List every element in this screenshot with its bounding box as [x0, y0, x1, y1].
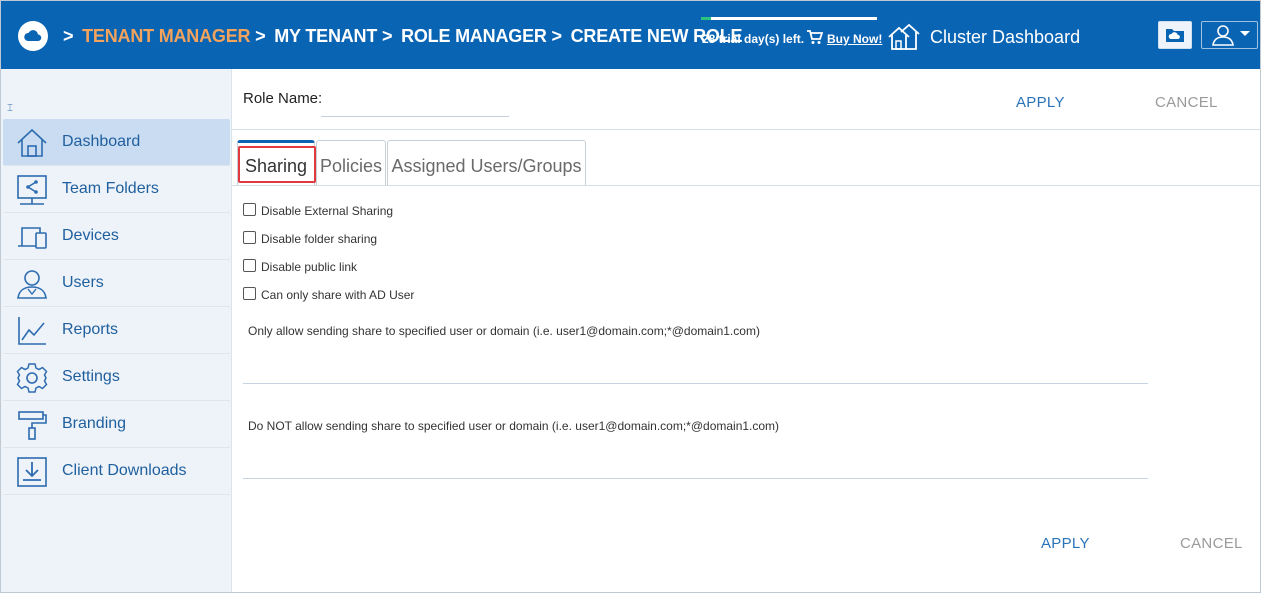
trial-days-text: 28 trial day(s) left. — [702, 32, 805, 46]
checkbox-box[interactable] — [243, 203, 256, 216]
devices-icon — [16, 221, 48, 253]
sidebar-item-team-folders[interactable]: Team Folders — [3, 166, 230, 213]
paint-roller-icon — [16, 409, 48, 441]
trial-progress-bar — [701, 17, 877, 20]
cloud-folder-button[interactable] — [1158, 21, 1192, 49]
sidebar-item-users[interactable]: Users — [3, 260, 230, 307]
sidebar-item-label: Devices — [62, 227, 119, 244]
sidebar-item-reports[interactable]: Reports — [3, 307, 230, 354]
sidebar-item-label: Reports — [62, 321, 119, 338]
checkbox-label: Disable External Sharing — [261, 204, 394, 218]
tab-label: Policies — [319, 156, 383, 176]
tab-assigned-users-groups[interactable]: Assigned Users/Groups — [387, 140, 586, 185]
user-menu-button[interactable] — [1201, 21, 1258, 49]
deny-domain-input[interactable] — [243, 478, 1148, 479]
apply-button-bottom[interactable]: APPLY — [1041, 535, 1090, 552]
sidebar-item-devices[interactable]: Devices — [3, 213, 230, 260]
top-header: > TENANT MANAGER > MY TENANT > ROLE MANA… — [1, 1, 1260, 69]
sidebar-item-label: Client Downloads — [62, 462, 187, 479]
checkbox-box[interactable] — [243, 287, 256, 300]
sidebar-nav: Dashboard Team Folders Devices Users Rep… — [3, 119, 230, 495]
breadcrumb-separator: > — [381, 26, 393, 46]
allow-domain-input[interactable] — [243, 383, 1148, 384]
sidebar-item-label: Settings — [62, 368, 120, 385]
gear-icon — [16, 362, 48, 394]
sidebar-item-branding[interactable]: Branding — [3, 401, 230, 448]
sidebar-item-label: Team Folders — [62, 180, 159, 197]
breadcrumb-separator: > — [255, 26, 266, 46]
cloud-logo-icon[interactable] — [18, 21, 48, 51]
users-icon — [16, 268, 48, 300]
breadcrumb-tenant-manager[interactable]: TENANT MANAGER — [82, 26, 250, 46]
role-name-input[interactable] — [321, 87, 509, 117]
sharing-tab-highlight — [238, 146, 316, 183]
deny-domain-label: Do NOT allow sending share to specified … — [248, 419, 780, 433]
checkbox-box[interactable] — [243, 231, 256, 244]
checkbox-label: Can only share with AD User — [261, 288, 415, 302]
breadcrumb-role-manager[interactable]: ROLE MANAGER — [401, 26, 547, 46]
breadcrumb-my-tenant[interactable]: MY TENANT — [274, 26, 377, 46]
breadcrumb: > TENANT MANAGER > MY TENANT > ROLE MANA… — [63, 26, 742, 47]
shopping-cart-icon[interactable] — [806, 30, 824, 50]
sidebar-item-label: Dashboard — [62, 133, 141, 150]
cluster-dashboard-link[interactable]: Cluster Dashboard — [930, 27, 1080, 48]
cluster-houses-icon[interactable] — [887, 23, 921, 56]
sidebar: ⌶ Dashboard Team Folders Devices Users R… — [1, 69, 232, 592]
role-tabs: Sharing Policies Assigned Users/Groups — [232, 139, 1260, 186]
buy-now-link[interactable]: Buy Now! — [827, 32, 882, 46]
sidebar-collapse-icon[interactable]: ⌶ — [7, 103, 13, 114]
allow-domain-label: Only allow sending share to specified us… — [248, 324, 760, 338]
sidebar-item-dashboard[interactable]: Dashboard — [3, 119, 230, 166]
checkbox-box[interactable] — [243, 259, 256, 272]
tab-policies[interactable]: Policies — [316, 140, 386, 185]
sidebar-item-label: Branding — [62, 415, 127, 432]
role-name-bar: Role Name: APPLY CANCEL — [232, 69, 1260, 130]
download-icon — [16, 456, 48, 488]
sidebar-item-label: Users — [62, 274, 104, 291]
reports-icon — [16, 315, 48, 347]
app-window: > TENANT MANAGER > MY TENANT > ROLE MANA… — [0, 0, 1261, 593]
team-folder-icon — [16, 174, 48, 206]
breadcrumb-separator: > — [551, 26, 563, 46]
breadcrumb-separator: > — [63, 26, 74, 46]
checkbox-label: Disable public link — [261, 260, 358, 274]
cancel-button-top[interactable]: CANCEL — [1155, 94, 1218, 111]
checkbox-label: Disable folder sharing — [261, 232, 378, 246]
cancel-button-bottom[interactable]: CANCEL — [1180, 535, 1243, 552]
home-icon — [16, 127, 48, 159]
sidebar-item-client-downloads[interactable]: Client Downloads — [3, 448, 230, 495]
apply-button-top[interactable]: APPLY — [1016, 94, 1065, 111]
tab-label: Assigned Users/Groups — [391, 156, 582, 176]
sidebar-item-settings[interactable]: Settings — [3, 354, 230, 401]
role-name-label: Role Name: — [243, 90, 323, 107]
